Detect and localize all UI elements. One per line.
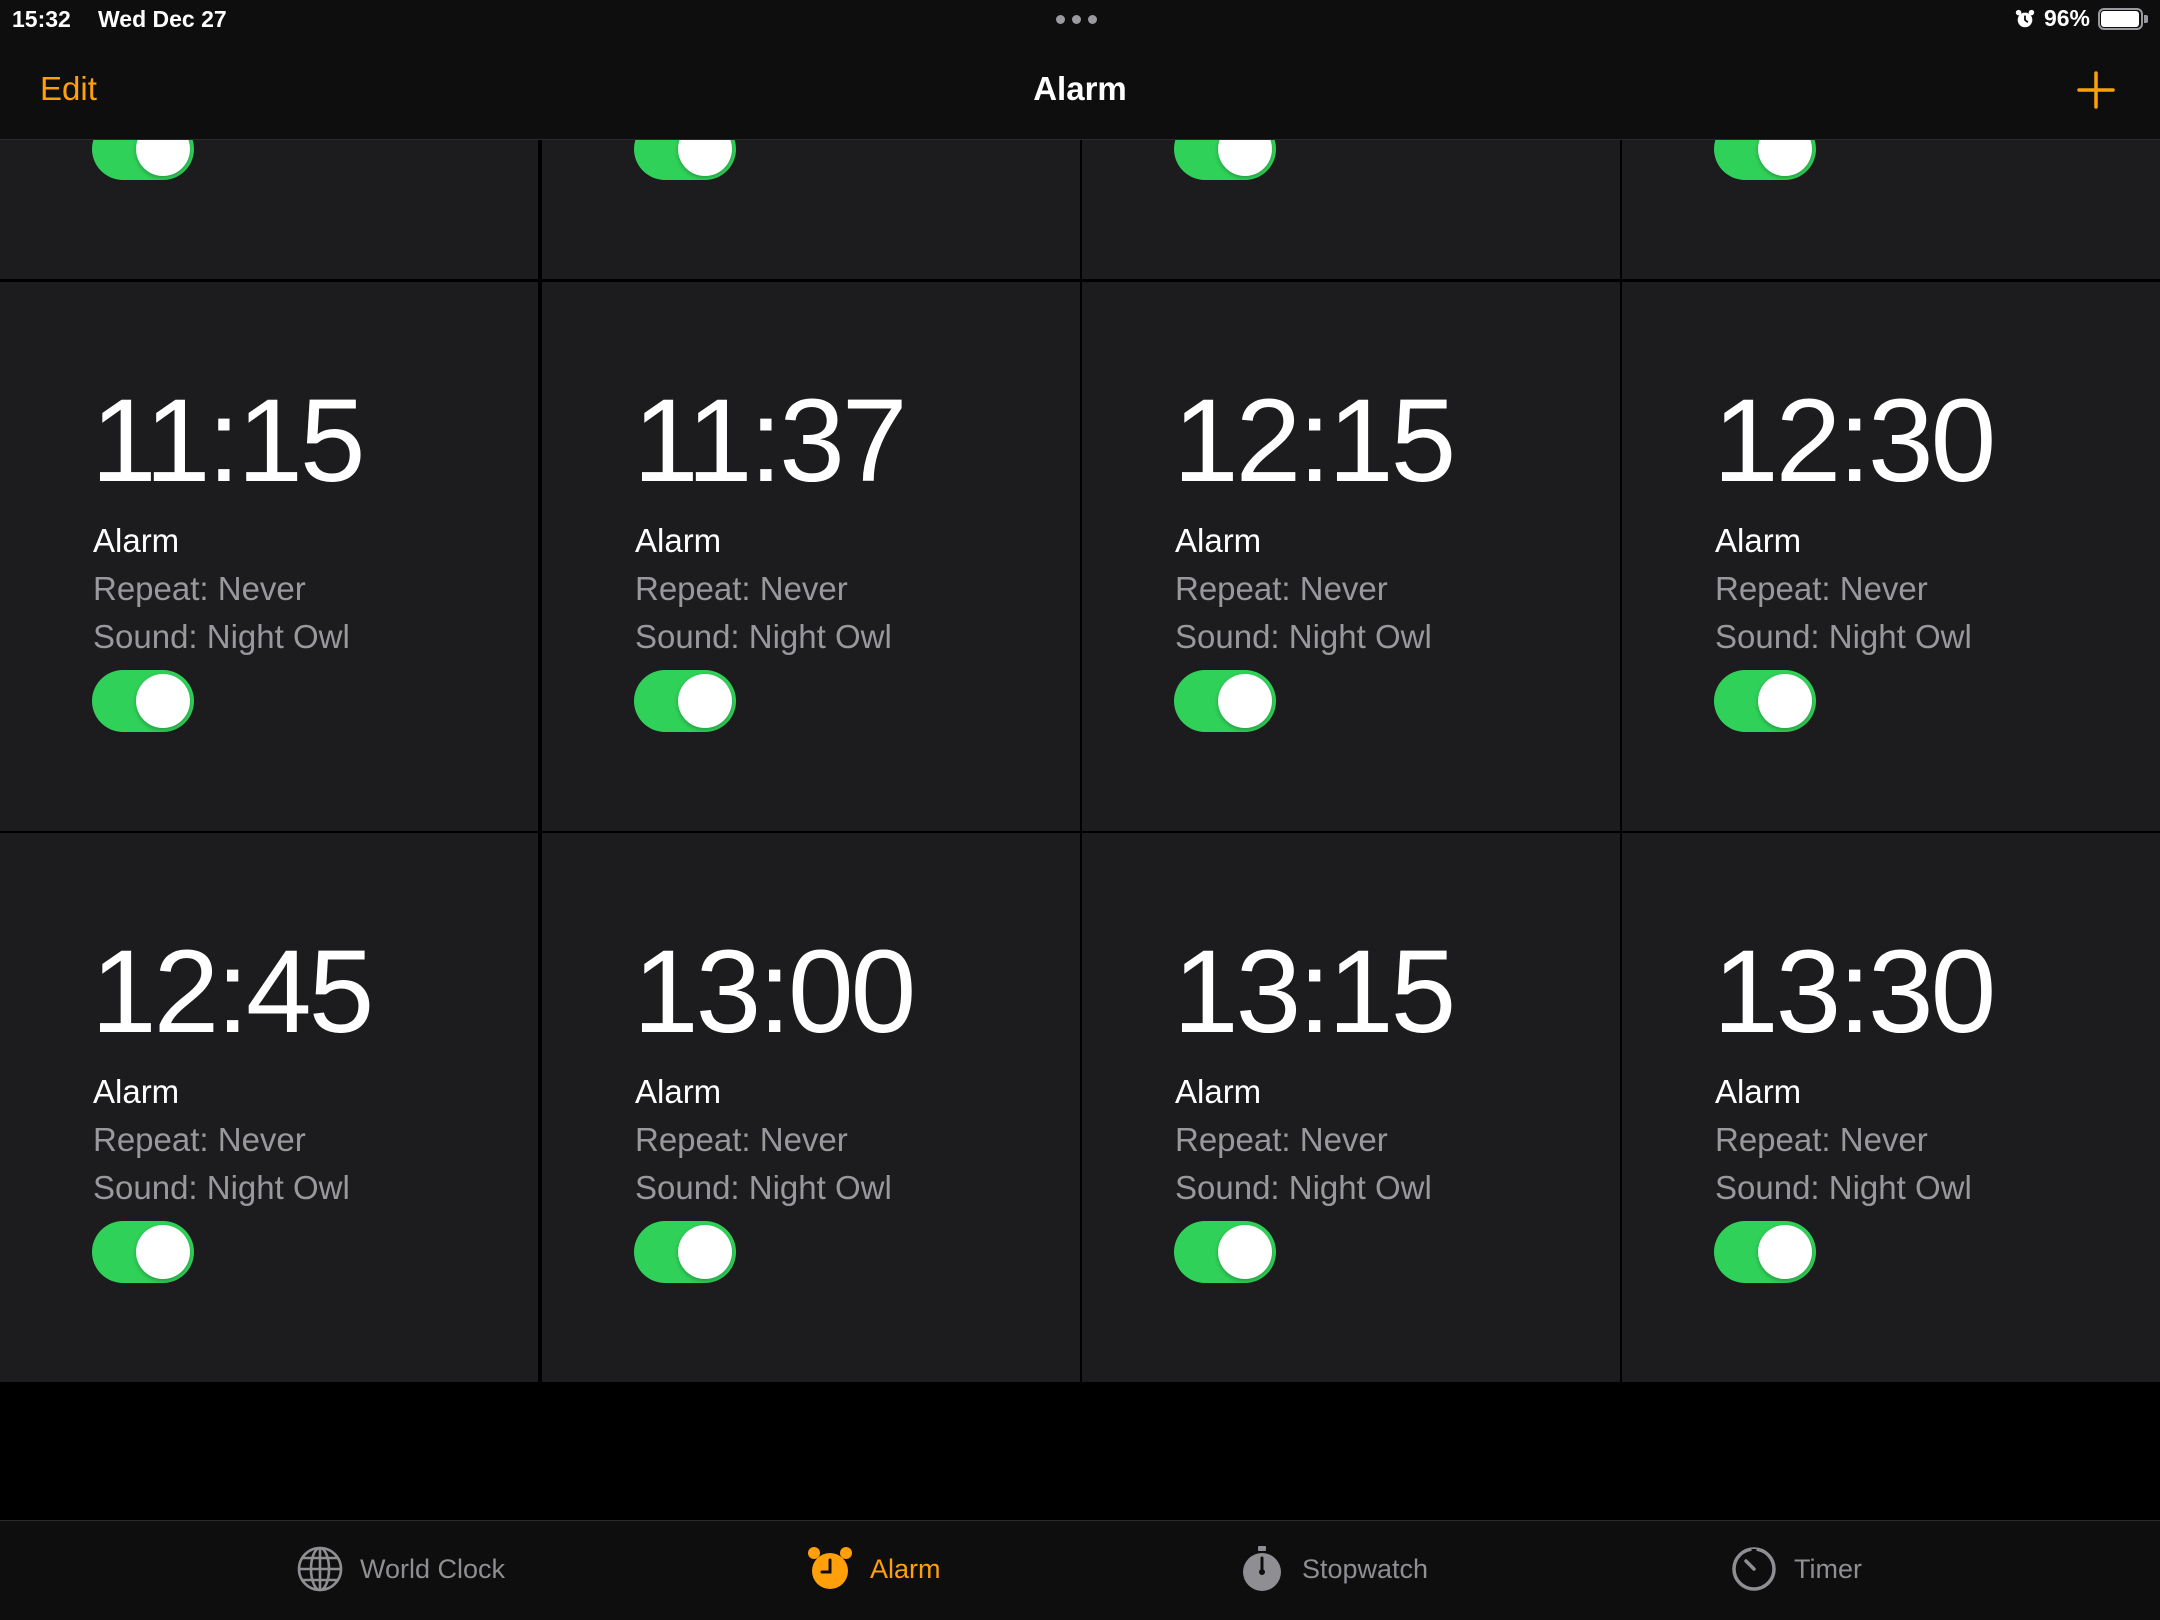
alarm-toggle[interactable] — [92, 140, 194, 180]
alarm-repeat: Repeat: Never — [635, 1121, 848, 1158]
tab-stopwatch[interactable]: Stopwatch — [1238, 1539, 1428, 1599]
toggle-knob — [678, 1225, 732, 1279]
alarm-card[interactable]: 11:15 Alarm Repeat: Never Sound: Night Owl — [0, 282, 538, 831]
alarm-label: Alarm — [1715, 1073, 1802, 1110]
alarm-toggle[interactable] — [1714, 1221, 1816, 1283]
alarm-label: Alarm — [635, 522, 722, 559]
toggle-knob — [1218, 1225, 1272, 1279]
tab-label: Alarm — [870, 1553, 941, 1584]
alarm-card[interactable]: 13:00 Alarm Repeat: Never Sound: Night Owl — [542, 833, 1080, 1382]
alarm-card[interactable]: Repeat: NeverSound: Night Owl — [0, 140, 538, 279]
battery-icon — [2098, 6, 2148, 32]
alarm-time: 12:15 — [1173, 375, 1456, 507]
alarm-toggle[interactable] — [92, 670, 194, 732]
toggle-knob — [678, 674, 732, 728]
alarm-label: Alarm — [635, 1073, 722, 1110]
alarm-clock-icon — [808, 1547, 852, 1589]
alarm-time: 13:30 — [1713, 926, 1996, 1058]
alarm-card[interactable]: Repeat: NeverSound: Night Owl — [542, 140, 1080, 279]
toggle-knob — [1758, 1225, 1812, 1279]
alarm-label: Alarm — [1175, 1073, 1262, 1110]
navigation-bar: Edit Alarm — [0, 40, 2160, 140]
alarm-label: Alarm — [1175, 522, 1262, 559]
tab-label: World Clock — [360, 1553, 506, 1584]
alarm-toggle[interactable] — [92, 1221, 194, 1283]
alarm-toggle[interactable] — [1714, 140, 1816, 180]
alarm-time: 13:00 — [633, 926, 916, 1058]
alarm-repeat: Repeat: Never — [1175, 570, 1388, 607]
alarm-time: 11:15 — [91, 375, 366, 507]
alarm-card[interactable]: 12:15 Alarm Repeat: Never Sound: Night Owl — [1082, 282, 1620, 831]
alarm-toggle[interactable] — [1174, 140, 1276, 180]
alarm-status-icon — [2015, 9, 2035, 27]
alarm-toggle[interactable] — [1174, 1221, 1276, 1283]
alarm-card[interactable]: 13:30 Alarm Repeat: Never Sound: Night Owl — [1622, 833, 2160, 1382]
alarm-repeat: Repeat: Never — [1715, 1121, 1928, 1158]
alarm-repeat: Repeat: Never — [635, 570, 848, 607]
toggle-knob — [136, 674, 190, 728]
alarm-time: 12:30 — [1713, 375, 1996, 507]
clock-app: 15:32 Wed Dec 27 96% Edit Alarm 11:15 Al… — [0, 0, 2160, 1620]
alarm-toggle[interactable] — [634, 140, 736, 180]
multitasking-dots[interactable] — [1056, 15, 1097, 24]
alarm-toggle[interactable] — [634, 670, 736, 732]
alarm-label: Alarm — [93, 1073, 180, 1110]
alarm-toggle[interactable] — [1714, 670, 1816, 732]
alarm-repeat: Repeat: Never — [93, 1121, 306, 1158]
alarm-card[interactable]: 12:45 Alarm Repeat: Never Sound: Night Owl — [0, 833, 538, 1382]
alarm-sound: Sound: Night Owl — [93, 618, 350, 655]
status-bar: 15:32 Wed Dec 27 96% — [0, 0, 2160, 40]
toggle-knob — [1218, 674, 1272, 728]
battery-percent: 96% — [2043, 5, 2090, 31]
alarm-repeat: Repeat: Never — [1175, 1121, 1388, 1158]
tab-alarm[interactable]: Alarm — [806, 1539, 941, 1599]
alarm-card[interactable]: Repeat: NeverSound: Night Owl — [1082, 140, 1620, 279]
plus-icon[interactable] — [2076, 70, 2116, 110]
tab-label: Stopwatch — [1302, 1553, 1429, 1584]
alarm-repeat: Repeat: Never — [1715, 570, 1928, 607]
alarm-sound: Sound: Night Owl — [1715, 618, 1972, 655]
alarm-time: 11:37 — [633, 375, 908, 507]
alarm-sound: Sound: Night Owl — [1715, 1169, 1972, 1206]
alarm-repeat: Repeat: Never — [93, 570, 306, 607]
alarm-card[interactable]: Repeat: NeverSound: Night Owl — [1622, 140, 2160, 279]
alarm-time: 12:45 — [91, 926, 374, 1058]
alarm-label: Alarm — [93, 522, 180, 559]
toggle-knob — [136, 1225, 190, 1279]
alarm-time: 13:15 — [1173, 926, 1456, 1058]
status-right: 96% — [2014, 5, 2148, 32]
toggle-knob — [136, 140, 190, 176]
toggle-knob — [1218, 140, 1272, 176]
stopwatch-icon — [1243, 1546, 1281, 1591]
alarm-toggle[interactable] — [634, 1221, 736, 1283]
toggle-knob — [1758, 674, 1812, 728]
status-time: 15:32 — [12, 6, 71, 32]
alarm-card[interactable]: 13:15 Alarm Repeat: Never Sound: Night Owl — [1082, 833, 1620, 1382]
tab-world-clock[interactable]: World Clock — [296, 1539, 505, 1599]
alarm-toggle[interactable] — [1174, 670, 1276, 732]
globe-icon — [297, 1546, 343, 1592]
alarm-label: Alarm — [1715, 522, 1802, 559]
status-date: Wed Dec 27 — [98, 6, 227, 32]
alarm-sound: Sound: Night Owl — [1175, 1169, 1432, 1206]
alarm-sound: Sound: Night Owl — [1175, 618, 1432, 655]
tab-timer[interactable]: Timer — [1730, 1539, 1862, 1599]
page-title: Alarm — [1033, 70, 1127, 107]
timer-icon — [1732, 1547, 1776, 1591]
alarm-grid: Repeat: NeverSound: Night OwlRepeat: Nev… — [0, 140, 2160, 1520]
toggle-knob — [678, 140, 732, 176]
alarm-sound: Sound: Night Owl — [635, 618, 892, 655]
alarm-card[interactable]: 12:30 Alarm Repeat: Never Sound: Night Owl — [1622, 282, 2160, 831]
toggle-knob — [1758, 140, 1812, 176]
tab-bar: World Clock Alarm Stopwatch Timer — [0, 1520, 2160, 1620]
alarm-card[interactable]: 11:37 Alarm Repeat: Never Sound: Night Owl — [542, 282, 1080, 831]
tab-label: Timer — [1794, 1553, 1862, 1584]
alarm-sound: Sound: Night Owl — [93, 1169, 350, 1206]
alarm-sound: Sound: Night Owl — [635, 1169, 892, 1206]
